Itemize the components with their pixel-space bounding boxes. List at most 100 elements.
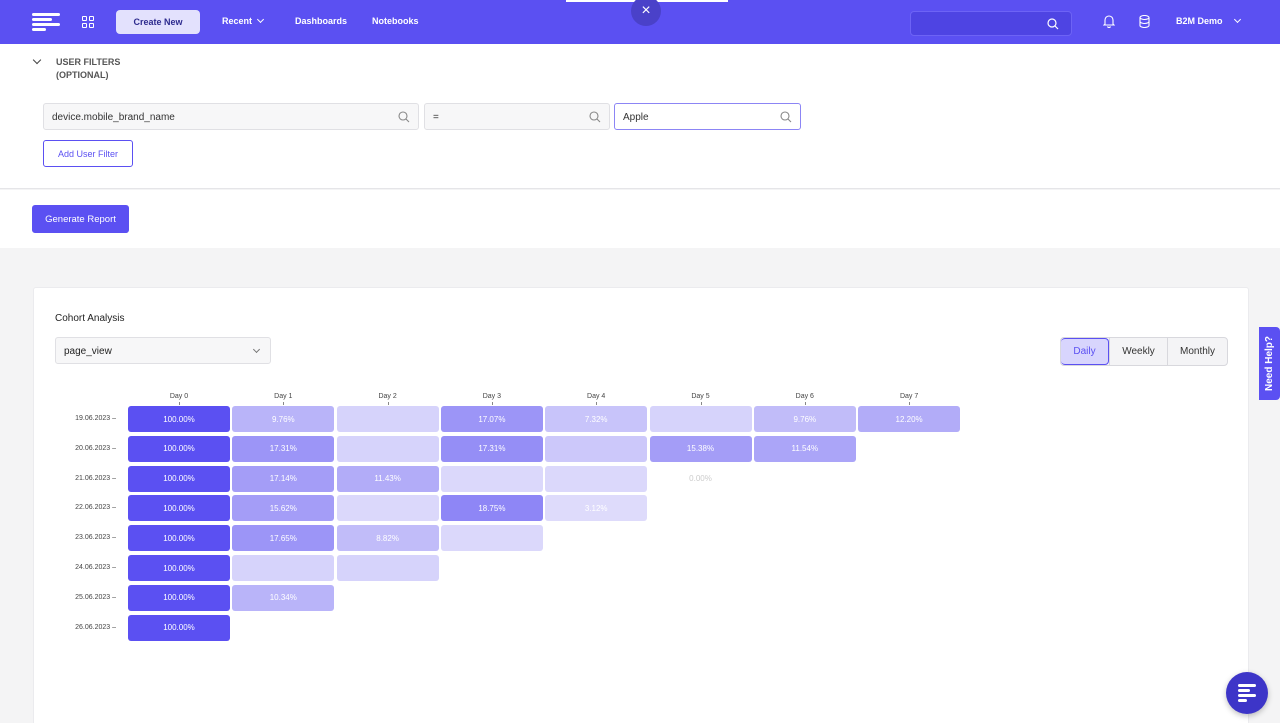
heatmap-cell[interactable]: 15.38% bbox=[649, 435, 752, 462]
column-header: Day 3 bbox=[482, 393, 502, 400]
cohort-analysis-card: Cohort Analysis page_view Daily Weekly M… bbox=[33, 287, 1249, 723]
dashboards-link[interactable]: Dashboards bbox=[295, 16, 347, 26]
column-tick bbox=[700, 402, 702, 405]
heatmap-cell[interactable]: 17.14% bbox=[232, 465, 335, 492]
column-header: Day 7 bbox=[899, 393, 919, 400]
filter-property-field[interactable]: device.mobile_brand_name bbox=[43, 103, 419, 130]
heatmap-cell[interactable]: 18.75% bbox=[440, 495, 543, 522]
close-icon[interactable]: × bbox=[631, 0, 661, 26]
recent-menu[interactable]: Recent bbox=[222, 15, 265, 26]
user-name: B2M Demo bbox=[1176, 16, 1223, 26]
column-tick bbox=[491, 402, 493, 405]
heatmap-cell[interactable]: 10.34% bbox=[232, 584, 335, 611]
heatmap-cell[interactable]: 100.00% bbox=[128, 406, 230, 432]
heatmap-cell[interactable]: 100.00% bbox=[128, 525, 230, 552]
chevron-down-icon bbox=[1233, 15, 1241, 24]
row-header: 26.06.2023 – bbox=[75, 623, 116, 631]
row-header: 22.06.2023 – bbox=[75, 504, 116, 512]
heatmap-cell[interactable]: 17.65% bbox=[232, 525, 335, 552]
heatmap-cell[interactable] bbox=[336, 495, 439, 522]
chevron-down-icon bbox=[256, 15, 265, 24]
create-new-button[interactable]: Create New bbox=[116, 10, 200, 34]
heatmap-cell[interactable] bbox=[440, 465, 543, 492]
heatmap-cell[interactable]: 15.62% bbox=[232, 495, 335, 522]
column-tick bbox=[909, 402, 911, 405]
heatmap-cell[interactable] bbox=[336, 555, 439, 581]
heatmap-cell[interactable]: 100.00% bbox=[128, 555, 230, 581]
column-header: Day 0 bbox=[169, 393, 189, 400]
database-icon[interactable] bbox=[1139, 15, 1150, 28]
row-header: 19.06.2023 – bbox=[75, 415, 116, 422]
heatmap-cell[interactable]: 100.00% bbox=[128, 614, 230, 641]
column-tick bbox=[179, 402, 180, 405]
column-tick bbox=[804, 402, 806, 405]
search-icon bbox=[589, 111, 601, 123]
heatmap-cell[interactable]: 11.43% bbox=[336, 465, 439, 492]
row-header: 20.06.2023 – bbox=[75, 444, 116, 452]
add-user-filter-button[interactable]: Add User Filter bbox=[43, 140, 133, 167]
search-icon bbox=[1047, 18, 1059, 30]
column-header: Day 2 bbox=[378, 393, 397, 400]
heatmap-cell[interactable]: 17.07% bbox=[440, 406, 543, 432]
heatmap-cell[interactable] bbox=[545, 435, 648, 462]
cohort-analysis-title: Cohort Analysis bbox=[55, 313, 125, 324]
user-menu[interactable]: B2M Demo bbox=[1176, 15, 1241, 26]
heatmap-cell[interactable]: 9.76% bbox=[753, 406, 856, 432]
heatmap-cell[interactable]: 0.00% bbox=[650, 466, 752, 492]
heatmap-cell[interactable]: 100.00% bbox=[128, 584, 230, 611]
heatmap-cell[interactable]: 100.00% bbox=[128, 495, 230, 522]
column-header: Day 5 bbox=[691, 393, 710, 400]
period-weekly-button[interactable]: Weekly bbox=[1109, 338, 1167, 365]
apps-grid-icon[interactable] bbox=[82, 16, 94, 28]
column-tick bbox=[283, 402, 285, 405]
user-filters-title-line2: (OPTIONAL) bbox=[56, 70, 109, 80]
heatmap-cell[interactable]: 8.82% bbox=[336, 525, 439, 552]
chevron-down-icon bbox=[252, 345, 261, 354]
row-header: 24.06.2023 – bbox=[75, 564, 116, 571]
recent-label: Recent bbox=[222, 16, 253, 26]
user-filters-section: USER FILTERS (OPTIONAL) device.mobile_br… bbox=[0, 44, 1280, 189]
notebooks-link[interactable]: Notebooks bbox=[372, 16, 419, 26]
generate-report-button[interactable]: Generate Report bbox=[32, 205, 129, 233]
period-toggle: Daily Weekly Monthly bbox=[1060, 337, 1228, 366]
heatmap-cell[interactable]: 7.32% bbox=[545, 406, 648, 432]
period-daily-button[interactable]: Daily bbox=[1061, 338, 1109, 365]
period-monthly-button[interactable]: Monthly bbox=[1167, 338, 1227, 365]
search-icon bbox=[398, 111, 410, 123]
filter-operator-field[interactable]: = bbox=[424, 103, 610, 130]
heatmap-cell[interactable] bbox=[232, 555, 335, 581]
bell-icon[interactable] bbox=[1103, 15, 1115, 28]
heatmap-cell[interactable]: 100.00% bbox=[128, 435, 230, 462]
heatmap-cell[interactable]: 17.31% bbox=[440, 435, 543, 462]
heatmap-cell[interactable] bbox=[545, 465, 648, 492]
row-header: 25.06.2023 – bbox=[75, 593, 116, 601]
column-header: Day 4 bbox=[587, 393, 606, 400]
assistant-fab-icon[interactable] bbox=[1226, 672, 1268, 714]
row-header: 21.06.2023 – bbox=[75, 474, 116, 482]
global-search-input[interactable] bbox=[910, 11, 1072, 36]
column-header: Day 6 bbox=[795, 393, 814, 400]
heatmap-cell[interactable]: 3.12% bbox=[545, 495, 648, 522]
brand-logo-icon[interactable] bbox=[32, 13, 60, 31]
need-help-tab[interactable]: Need Help? bbox=[1259, 327, 1280, 400]
event-select[interactable]: page_view bbox=[55, 337, 271, 364]
generate-report-bar: Generate Report bbox=[0, 190, 1280, 248]
filter-property-value: device.mobile_brand_name bbox=[52, 112, 175, 123]
filter-value-field[interactable]: Apple bbox=[614, 103, 801, 130]
heatmap-cell[interactable] bbox=[336, 406, 439, 432]
heatmap-cell[interactable] bbox=[336, 435, 439, 462]
heatmap-cell[interactable]: 100.00% bbox=[128, 465, 230, 492]
event-select-value: page_view bbox=[64, 346, 112, 357]
column-header: Day 1 bbox=[274, 393, 293, 400]
filter-operator-value: = bbox=[433, 112, 439, 123]
user-filters-title-line1: USER FILTERS bbox=[56, 57, 121, 67]
heatmap-cell[interactable]: 12.20% bbox=[858, 406, 961, 432]
heatmap-cell[interactable]: 9.76% bbox=[232, 406, 335, 432]
heatmap-cell[interactable]: 11.54% bbox=[753, 435, 856, 462]
heatmap-cell[interactable] bbox=[440, 525, 543, 552]
filter-value-text: Apple bbox=[623, 112, 649, 123]
search-icon bbox=[780, 111, 792, 123]
heatmap-cell[interactable]: 17.31% bbox=[232, 435, 335, 462]
collapse-chevron-icon[interactable] bbox=[32, 55, 42, 65]
heatmap-cell[interactable] bbox=[649, 406, 752, 432]
